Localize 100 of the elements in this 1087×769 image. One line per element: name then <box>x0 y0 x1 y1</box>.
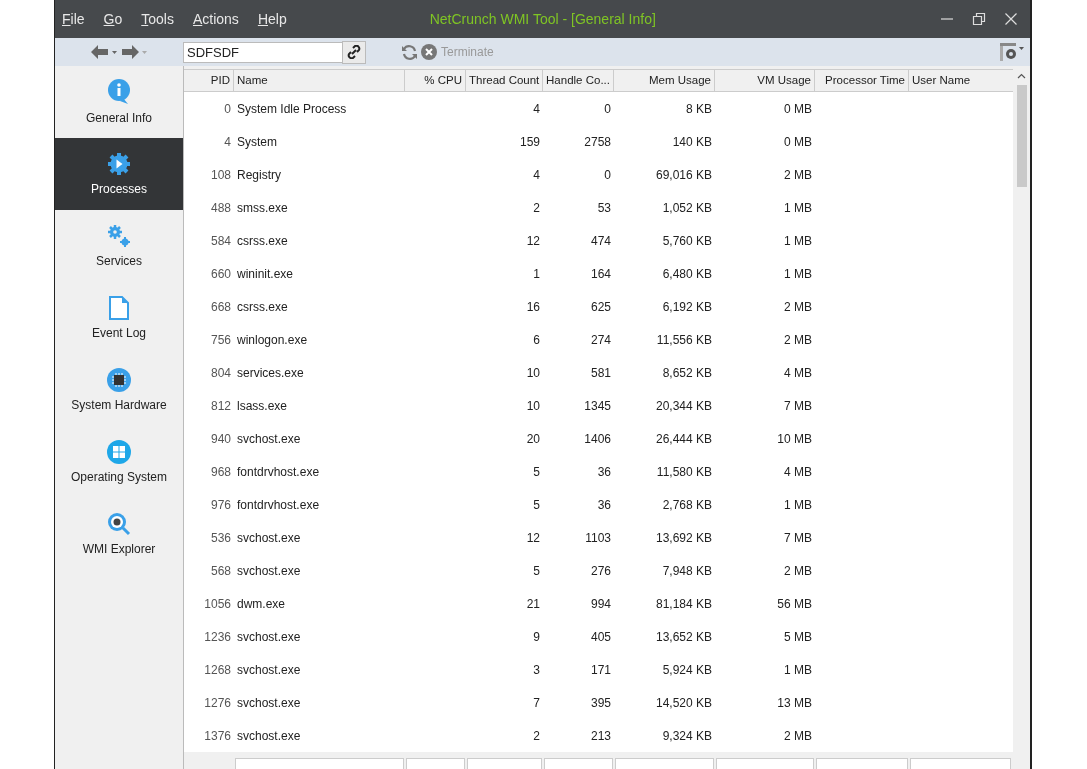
column-header[interactable]: PID <box>184 70 234 91</box>
table-cell: 7 MB <box>784 530 812 545</box>
table-cell: 6,480 KB <box>662 266 712 281</box>
table-cell: 756 <box>210 332 231 347</box>
table-cell: 395 <box>590 695 611 710</box>
table-cell: services.exe <box>237 365 304 380</box>
sidebar-item[interactable]: Processes <box>55 138 183 210</box>
connect-button[interactable] <box>342 40 366 64</box>
table-cell: 12 <box>526 233 540 248</box>
sidebar-item[interactable]: General Info <box>55 66 183 138</box>
table-cell: 2,768 KB <box>662 497 712 512</box>
table-cell: 14,520 KB <box>655 695 712 710</box>
table-cell: 213 <box>590 728 611 743</box>
table-cell: 171 <box>590 662 611 677</box>
table-cell: 20,344 KB <box>655 398 712 413</box>
table-cell: 9 <box>533 629 540 644</box>
table-cell: 584 <box>210 233 231 248</box>
table-cell: 976 <box>210 497 231 512</box>
table-cell: System Idle Process <box>237 101 347 116</box>
table-cell: 405 <box>590 629 611 644</box>
column-header[interactable]: Processor Time <box>815 70 909 91</box>
table-cell: 26,444 KB <box>655 431 712 446</box>
table-cell: 10 <box>526 398 540 413</box>
menu-item[interactable]: Go <box>103 11 123 27</box>
table-cell: System <box>237 134 277 149</box>
table-cell: 108 <box>210 167 231 182</box>
menu-item[interactable]: Help <box>257 11 287 27</box>
column-header[interactable]: Mem Usage <box>614 70 715 91</box>
table-cell: 0 <box>604 101 611 116</box>
table-cell: 1376 <box>204 728 231 743</box>
sidebar-item[interactable]: Event Log <box>55 282 183 354</box>
table-cell: 20 <box>526 431 540 446</box>
close-circle-icon <box>421 44 437 60</box>
table-cell: 4 MB <box>784 365 812 380</box>
column-header[interactable]: Thread Count <box>466 70 543 91</box>
table-cell: 1103 <box>585 530 611 545</box>
table-cell: csrss.exe <box>237 299 288 314</box>
table-cell: 36 <box>597 497 611 512</box>
table-cell: dwm.exe <box>237 596 286 611</box>
column-settings-icon[interactable] <box>1000 42 1024 62</box>
forward-arrow-icon[interactable] <box>120 44 148 60</box>
table-cell: 5 <box>533 563 540 578</box>
table-cell: 159 <box>519 134 540 149</box>
table-cell: 1236 <box>204 629 231 644</box>
table-cell: 13 MB <box>777 695 812 710</box>
table-cell: 940 <box>210 431 231 446</box>
close-icon[interactable] <box>1004 12 1018 26</box>
menu-item[interactable]: Tools <box>141 11 174 27</box>
table-cell: 568 <box>210 563 231 578</box>
table-cell: 1 MB <box>784 233 812 248</box>
sidebar-item[interactable]: WMI Explorer <box>55 498 183 570</box>
table-cell: 1 MB <box>784 497 812 512</box>
column-header[interactable]: Handle Co... <box>543 70 614 91</box>
table-cell: 5,760 KB <box>662 233 712 248</box>
menu-item[interactable]: File <box>62 11 85 27</box>
scrollbar[interactable] <box>1013 69 1030 769</box>
menu-item[interactable]: Actions <box>192 11 239 27</box>
scroll-up-icon[interactable] <box>1017 73 1026 79</box>
table-cell: 625 <box>590 299 611 314</box>
table-cell: 581 <box>590 365 611 380</box>
table-cell: fontdrvhost.exe <box>237 497 320 512</box>
table-cell: 2 MB <box>784 332 812 347</box>
table-cell: 536 <box>210 530 231 545</box>
windows-logo-icon <box>107 440 131 464</box>
table-cell: 2758 <box>584 134 611 149</box>
table-cell: 11,556 KB <box>656 332 712 347</box>
table-cell: 1345 <box>584 398 611 413</box>
table-cell: 36 <box>597 464 611 479</box>
table-cell: 13,652 KB <box>655 629 712 644</box>
table-cell: lsass.exe <box>237 398 288 413</box>
table-cell: 7,948 KB <box>662 563 712 578</box>
table-cell: 668 <box>210 299 231 314</box>
table-cell: 1268 <box>204 662 231 677</box>
table-cell: 4 <box>533 167 540 182</box>
scroll-thumb[interactable] <box>1016 85 1027 187</box>
restore-icon[interactable] <box>972 12 986 26</box>
table-cell: winlogon.exe <box>237 332 308 347</box>
table-cell: csrss.exe <box>237 233 288 248</box>
back-arrow-icon[interactable] <box>90 44 118 60</box>
table-cell: 2 <box>533 728 540 743</box>
sidebar-item[interactable]: Services <box>55 210 183 282</box>
table-cell: 6 <box>533 332 540 347</box>
table-cell: 1406 <box>584 431 611 446</box>
table-cell: 812 <box>210 398 231 413</box>
sidebar-item[interactable]: Operating System <box>55 426 183 498</box>
column-header[interactable]: % CPU <box>405 70 466 91</box>
table-cell: 1056 <box>204 596 231 611</box>
table-cell: 6,192 KB <box>662 299 712 314</box>
table-cell: 1 MB <box>784 662 812 677</box>
table-cell: fontdrvhost.exe <box>237 464 320 479</box>
table-cell: 9,324 KB <box>662 728 712 743</box>
table-cell: 10 <box>526 365 540 380</box>
sidebar-item[interactable]: System Hardware <box>55 354 183 426</box>
table-cell: 16 <box>526 299 540 314</box>
refresh-icon[interactable] <box>401 43 418 61</box>
host-field[interactable]: SDFSDF <box>183 41 343 63</box>
column-header[interactable]: Name <box>234 70 405 91</box>
column-header[interactable]: VM Usage <box>715 70 815 91</box>
table-cell: 69,016 KB <box>655 167 712 182</box>
column-header[interactable]: User Name <box>909 70 1012 91</box>
